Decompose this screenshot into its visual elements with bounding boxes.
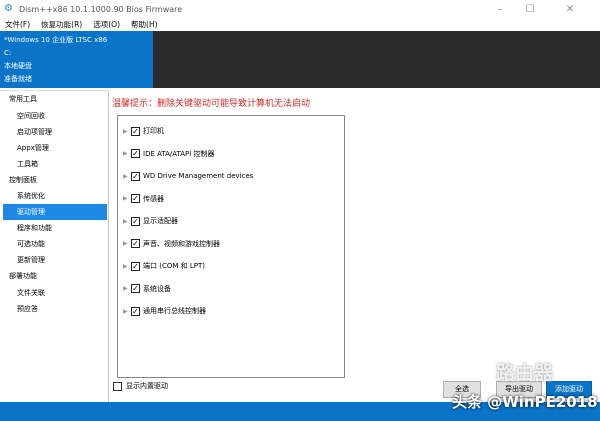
driver-category-label: 打印机 — [143, 127, 164, 136]
expand-arrow-icon[interactable]: ▶ — [123, 195, 131, 202]
driver-category[interactable]: ▶ ✓ 显示适配器 — [118, 210, 344, 233]
driver-category-label: IDE ATA/ATAPI 控制器 — [143, 149, 215, 158]
menu-bar: 文件(F) 恢复功能(R) 选项(O) 帮助(H) — [0, 18, 600, 31]
image-status: 准备就绪 — [4, 75, 32, 83]
driver-category[interactable]: ▶ ✓ 系统设备 — [118, 278, 344, 301]
checkbox-icon[interactable]: ✓ — [131, 216, 140, 226]
sidebar-item[interactable]: 可选功能 — [0, 236, 108, 252]
driver-category[interactable]: ▶ ✓ 通用串行总线控制器 — [118, 300, 344, 323]
sidebar-item[interactable]: 空间回收 — [0, 108, 108, 124]
image-type: 本地硬盘 — [4, 62, 32, 70]
window-title: Dism++x86 10.1.1000.90 Bios Firmware — [19, 4, 183, 14]
title-bar: ⚙ Dism++x86 10.1.1000.90 Bios Firmware –… — [0, 0, 600, 18]
driver-category[interactable]: ▶ ✓ 声音、视频和游戏控制器 — [118, 233, 344, 256]
expand-arrow-icon[interactable]: ▶ — [123, 150, 131, 157]
driver-category-label: 传感器 — [143, 194, 164, 203]
image-drive: C: — [4, 49, 12, 57]
driver-category-label: 端口 (COM 和 LPT) — [143, 262, 205, 271]
warning-text: 温馨提示：删除关键驱动可能导致计算机无法启动 — [112, 99, 311, 109]
driver-category[interactable]: ▶ ✓ 传感器 — [118, 188, 344, 211]
expand-arrow-icon[interactable]: ▶ — [123, 128, 131, 135]
sidebar-item[interactable]: 文件关联 — [0, 285, 108, 301]
app-gear-icon: ⚙ — [4, 3, 13, 14]
close-button[interactable]: ✕ — [555, 0, 585, 18]
expand-arrow-icon[interactable]: ▶ — [123, 285, 131, 292]
sidebar-item[interactable]: 启动项管理 — [0, 124, 108, 140]
image-name: *Windows 10 企业版 LTSC x86 — [4, 36, 108, 44]
expand-arrow-icon[interactable]: ▶ — [123, 173, 131, 180]
expand-arrow-icon[interactable]: ▶ — [123, 308, 131, 315]
menu-file[interactable]: 文件(F) — [5, 19, 30, 30]
maximize-button[interactable]: ☐ — [515, 0, 545, 18]
driver-category-label: 显示适配器 — [143, 217, 178, 226]
image-header: *Windows 10 企业版 LTSC x86 C: 本地硬盘 准备就绪 — [0, 31, 600, 88]
sidebar-item[interactable]: 工具箱 — [0, 156, 108, 172]
sidebar: 常用工具空间回收 启动项管理 Appx管理 工具箱控制面板系统优化 驱动管理 程序和功能可… — [0, 90, 109, 402]
sidebar-item[interactable]: Appx管理 — [0, 140, 108, 156]
driver-category-label: 通用串行总线控制器 — [143, 307, 206, 316]
driver-category[interactable]: ▶ ✓ IDE ATA/ATAPI 控制器 — [118, 143, 344, 166]
image-info-tile[interactable]: *Windows 10 企业版 LTSC x86 C: 本地硬盘 准备就绪 — [0, 31, 153, 88]
driver-category-label: WD Drive Management devices — [143, 172, 254, 181]
checkbox-icon — [113, 381, 122, 391]
expand-arrow-icon[interactable]: ▶ — [123, 218, 131, 225]
sidebar-group: 部署功能 — [9, 272, 37, 280]
menu-restore[interactable]: 恢复功能(R) — [41, 19, 82, 30]
menu-help[interactable]: 帮助(H) — [131, 19, 158, 30]
driver-category[interactable]: ▶ ✓ WD Drive Management devices — [118, 165, 344, 188]
checkbox-icon[interactable]: ✓ — [131, 194, 140, 204]
sidebar-item[interactable]: 程序和功能 — [0, 220, 108, 236]
minimize-button[interactable]: – — [485, 0, 515, 18]
sidebar-item[interactable]: 系统优化 — [0, 188, 108, 204]
sidebar-item[interactable]: 更新管理 — [0, 252, 108, 268]
checkbox-icon[interactable]: ✓ — [131, 284, 140, 294]
driver-category-label: 声音、视频和游戏控制器 — [143, 239, 220, 248]
checkbox-icon[interactable]: ✓ — [131, 261, 140, 271]
show-builtin-checkbox[interactable]: 显示内置驱动 — [113, 381, 168, 391]
checkbox-icon[interactable]: ✓ — [131, 171, 140, 181]
sidebar-group: 常用工具 — [9, 95, 37, 103]
checkbox-icon[interactable]: ✓ — [131, 306, 140, 316]
driver-category[interactable]: ▶ ✓ 打印机 — [118, 120, 344, 143]
menu-options[interactable]: 选项(O) — [93, 19, 120, 30]
sidebar-item[interactable]: 驱动管理 — [3, 204, 107, 220]
expand-arrow-icon[interactable]: ▶ — [123, 240, 131, 247]
checkbox-icon[interactable]: ✓ — [131, 239, 140, 249]
watermark-brand: 路由器 — [496, 362, 554, 384]
driver-category-label: 系统设备 — [143, 284, 171, 293]
checkbox-icon[interactable]: ✓ — [131, 149, 140, 159]
driver-tree[interactable]: ▶ ✓ 打印机 ▶ ✓ IDE ATA/ATAPI 控制器 ▶ ✓ WD Drive Manag… — [117, 115, 345, 378]
checkbox-icon[interactable]: ✓ — [131, 126, 140, 136]
show-builtin-label: 显示内置驱动 — [126, 382, 168, 390]
expand-arrow-icon[interactable]: ▶ — [123, 263, 131, 270]
watermark-credit: 头条 @WinPE2018 — [452, 393, 598, 411]
sidebar-item[interactable]: 预应答 — [0, 301, 108, 317]
sidebar-group: 控制面板 — [9, 175, 37, 184]
driver-category[interactable]: ▶ ✓ 端口 (COM 和 LPT) — [118, 255, 344, 278]
